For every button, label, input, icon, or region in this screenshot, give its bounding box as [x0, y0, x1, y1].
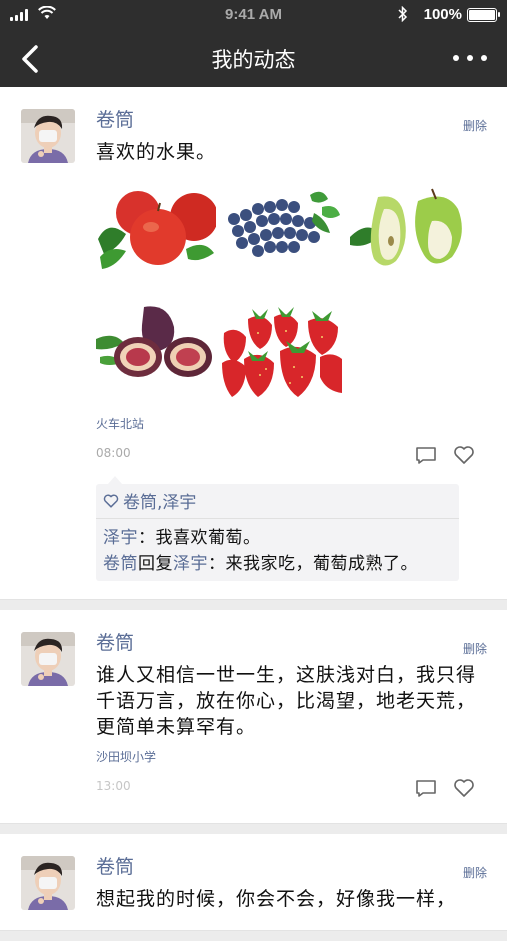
post-meta: 13:00	[96, 765, 489, 805]
nav-bar: 我的动态	[0, 30, 507, 87]
post-text: 想起我的时候，你会不会，好像我一样，	[96, 888, 457, 910]
post-time: 08:00	[96, 446, 131, 460]
comment-icon[interactable]	[415, 777, 437, 799]
reply-box: 卷筒,泽宇 泽宇：我喜欢葡萄。 卷筒回复泽宇：来我家吃，葡萄成熟了。	[96, 476, 459, 581]
photo-figs[interactable]	[96, 297, 216, 403]
likes-names[interactable]: 卷筒,泽宇	[123, 488, 196, 513]
avatar[interactable]	[21, 856, 75, 910]
post: 卷筒 删除 喜欢的水果。 火车北站 08:00 卷筒,泽宇 泽宇：我喜欢葡萄。 …	[0, 87, 507, 600]
more-icon[interactable]	[453, 50, 487, 66]
delete-button[interactable]: 删除	[463, 117, 487, 134]
reply-to-user[interactable]: 泽宇	[173, 554, 208, 574]
post-user-name[interactable]: 卷筒	[96, 630, 489, 656]
post-location[interactable]: 沙田坝小学	[96, 748, 489, 765]
delete-button[interactable]: 删除	[463, 864, 487, 881]
comment-list: 泽宇：我喜欢葡萄。 卷筒回复泽宇：来我家吃，葡萄成熟了。	[96, 519, 459, 581]
post-location[interactable]: 火车北站	[96, 415, 489, 432]
reply-word: 回复	[138, 554, 173, 574]
battery-percent: 100%	[423, 6, 462, 23]
heart-icon	[103, 493, 119, 508]
avatar[interactable]	[21, 632, 75, 686]
post-user-name[interactable]: 卷筒	[96, 854, 489, 880]
feed: 卷筒 删除 喜欢的水果。 火车北站 08:00 卷筒,泽宇 泽宇：我喜欢葡萄。 …	[0, 87, 507, 941]
photo-pears[interactable]	[348, 179, 468, 285]
bluetooth-icon	[398, 6, 408, 22]
delete-button[interactable]: 删除	[463, 640, 487, 657]
post: 卷筒 删除 谁人又相信一世一生，这肤浅对白，我只得千语万言，放在你心，比渴望，地…	[0, 610, 507, 824]
post-meta: 08:00	[96, 432, 489, 472]
battery-icon	[467, 8, 500, 22]
comment-icon[interactable]	[415, 444, 437, 466]
comment-text: ：来我家吃，葡萄成熟了。	[208, 554, 418, 574]
post-text: 喜欢的水果。	[96, 141, 217, 163]
photo-grid	[96, 179, 489, 403]
comment-user[interactable]: 泽宇	[103, 528, 138, 548]
post-user-name[interactable]: 卷筒	[96, 107, 489, 133]
likes-row: 卷筒,泽宇	[96, 484, 459, 519]
comment-user[interactable]: 卷筒	[103, 554, 138, 574]
heart-icon[interactable]	[453, 444, 475, 466]
top-bar: 9:41 AM 100% 我的动态	[0, 0, 507, 87]
page-title: 我的动态	[211, 48, 296, 72]
heart-icon[interactable]	[453, 777, 475, 799]
post: 卷筒 删除 想起我的时候，你会不会，好像我一样，	[0, 834, 507, 931]
comment-text: ：我喜欢葡萄。	[138, 528, 261, 548]
photo-apples[interactable]	[96, 179, 216, 285]
avatar[interactable]	[21, 109, 75, 163]
post-time: 13:00	[96, 779, 131, 793]
comment-item[interactable]: 卷筒回复泽宇：来我家吃，葡萄成熟了。	[103, 551, 452, 577]
photo-blueberries[interactable]	[222, 179, 342, 285]
post-text: 谁人又相信一世一生，这肤浅对白，我只得千语万言，放在你心，比渴望，地老天荒，更简…	[96, 664, 477, 738]
status-bar: 9:41 AM 100%	[0, 0, 507, 30]
comment-item[interactable]: 泽宇：我喜欢葡萄。	[103, 525, 452, 551]
photo-strawberries[interactable]	[222, 297, 342, 403]
